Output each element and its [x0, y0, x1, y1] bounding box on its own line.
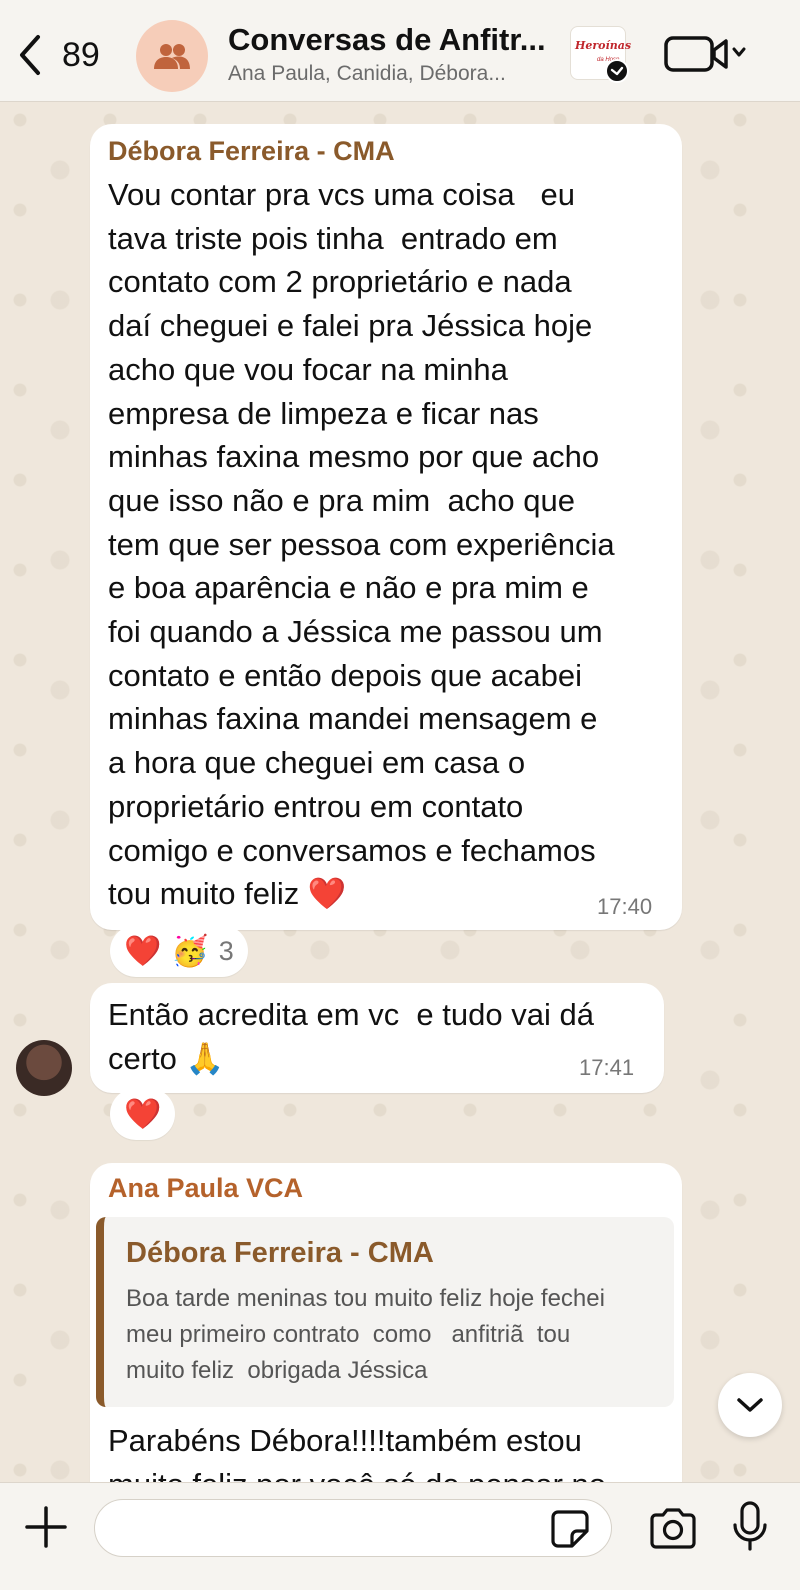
sticker-button[interactable]	[550, 1509, 590, 1549]
community-logo[interactable]: Heroínas da Hosp	[570, 26, 631, 83]
avatar[interactable]	[16, 1040, 72, 1096]
reaction-count: 3	[218, 935, 234, 966]
message-bubble[interactable]: Débora Ferreira - CMA Vou contar pra vcs…	[90, 124, 682, 930]
message-time: 17:40	[597, 894, 653, 919]
video-call-icon	[664, 36, 746, 72]
chat-title: Conversas de Anfitr...	[228, 22, 546, 57]
reaction-heart: ❤️	[124, 1097, 162, 1131]
chat-members: Ana Paula, Canidia, Débora...	[228, 62, 506, 85]
quoted-message[interactable]: Débora Ferreira - CMA Boa tarde meninas …	[96, 1217, 674, 1407]
quoted-sender: Débora Ferreira - CMA	[126, 1237, 434, 1269]
chevron-left-icon	[20, 35, 40, 75]
microphone-icon	[733, 1501, 767, 1551]
chevron-down-icon	[737, 1398, 763, 1412]
chat-title-area[interactable]: Conversas de Anfitr... Ana Paula, Canidi…	[228, 22, 558, 86]
unread-count: 89	[62, 35, 100, 74]
quoted-text: Boa tarde meninas tou muito feliz hoje f…	[126, 1285, 605, 1384]
message-sender: Ana Paula VCA	[108, 1173, 304, 1203]
sticker-icon	[551, 1510, 589, 1548]
microphone-button[interactable]	[732, 1501, 768, 1553]
message-sender: Débora Ferreira - CMA	[108, 136, 395, 166]
video-call-button[interactable]	[664, 34, 748, 74]
message-reactions[interactable]: ❤️	[110, 1088, 176, 1140]
verified-check-icon	[605, 59, 629, 83]
plus-icon	[25, 1506, 67, 1548]
group-avatar[interactable]	[136, 20, 208, 92]
logo-text: Heroínas	[575, 39, 632, 52]
back-button[interactable]: 89	[14, 30, 114, 80]
group-icon	[154, 44, 190, 69]
message-time: 17:41	[579, 1055, 635, 1080]
message-input[interactable]	[94, 1499, 612, 1557]
composer-bar	[0, 1482, 800, 1590]
reaction-heart: ❤️	[124, 934, 162, 968]
message-bubble[interactable]: Então acredita em vc e tudo vai dá certo…	[90, 983, 664, 1093]
attach-button[interactable]	[24, 1505, 68, 1549]
message-text: Então acredita em vc e tudo vai dá certo…	[108, 997, 594, 1076]
reaction-party: 🥳	[171, 934, 209, 968]
chat-header: 89 Conversas de Anfitr... Ana Paula, Can…	[0, 0, 800, 102]
message-reactions[interactable]: ❤️ 🥳 3	[110, 925, 248, 977]
camera-button[interactable]	[648, 1507, 698, 1551]
scroll-to-bottom-button[interactable]	[718, 1373, 782, 1437]
message-text: Vou contar pra vcs uma coisa eu tava tri…	[108, 177, 615, 912]
camera-icon	[650, 1508, 696, 1549]
